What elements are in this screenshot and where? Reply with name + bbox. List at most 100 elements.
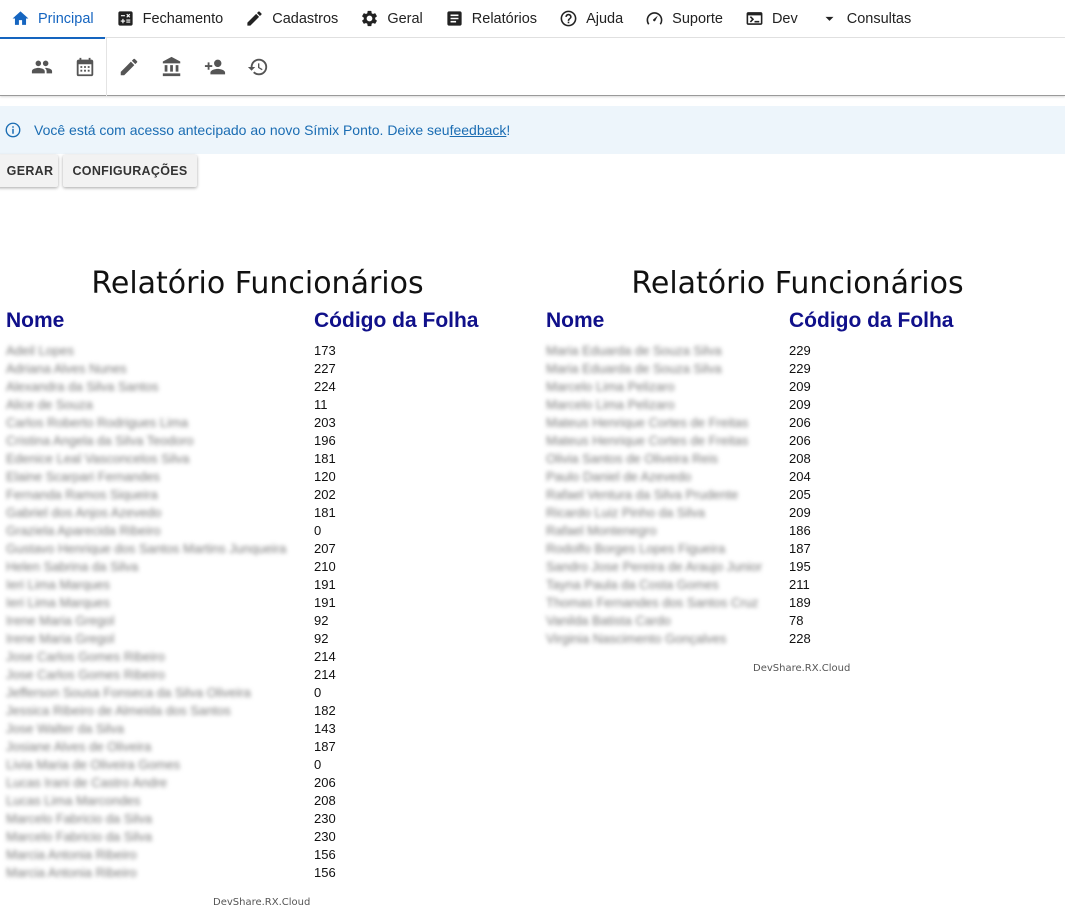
payroll-code: 120 bbox=[314, 469, 336, 484]
payroll-code: 229 bbox=[789, 343, 811, 358]
table-row: Rodolfo Borges Lopes Figueira 187 bbox=[540, 540, 1060, 558]
nav-cadastros[interactable]: Cadastros bbox=[234, 0, 349, 38]
employee-name: Vanilda Batista Cardo bbox=[546, 613, 671, 628]
nav-dev[interactable]: Dev bbox=[734, 0, 809, 38]
table-row: Ricardo Luiz Pinho da Silva 209 bbox=[540, 504, 1060, 522]
employee-name: Irene Maria Gregol bbox=[6, 613, 115, 628]
table-row: Jose Carlos Gomes Ribeiro 214 bbox=[0, 666, 520, 684]
add-person-button[interactable] bbox=[193, 47, 236, 87]
feedback-link[interactable]: feedback bbox=[450, 122, 507, 138]
employee-name: Mateus Henrique Cortes de Freitas bbox=[546, 415, 749, 430]
gerar-button[interactable]: GERAR bbox=[0, 155, 58, 187]
table-row: Alice de Souza 11 bbox=[0, 396, 520, 414]
payroll-code: 208 bbox=[789, 451, 811, 466]
employee-name: Rafael Montenegro bbox=[546, 523, 657, 538]
payroll-code: 211 bbox=[789, 577, 810, 592]
employee-name: Irene Maria Gregol bbox=[6, 631, 115, 646]
payroll-code: 206 bbox=[789, 433, 811, 448]
payroll-code: 202 bbox=[314, 487, 336, 502]
payroll-code: 228 bbox=[789, 631, 811, 646]
employee-name: Rafael Ventura da Silva Prudente bbox=[546, 487, 739, 502]
employee-name: Thomas Fernandes dos Santos Cruz bbox=[546, 595, 759, 610]
terminal-icon bbox=[746, 12, 763, 25]
payroll-code: 204 bbox=[789, 469, 811, 484]
building-icon bbox=[162, 56, 180, 76]
table-row: Elaine Scarpari Fernandes 120 bbox=[0, 468, 520, 486]
nav-fechamento[interactable]: Fechamento bbox=[105, 0, 235, 38]
payroll-code: 207 bbox=[314, 541, 336, 556]
calendar-button[interactable] bbox=[63, 47, 106, 87]
payroll-code: 189 bbox=[789, 595, 811, 610]
table-row: Irene Maria Gregol 92 bbox=[0, 630, 520, 648]
payroll-code: 224 bbox=[314, 379, 336, 394]
payroll-code: 229 bbox=[789, 361, 811, 376]
building-button[interactable] bbox=[150, 47, 193, 87]
payroll-code: 206 bbox=[314, 775, 336, 790]
employee-name: Tayna Paula da Costa Gomes bbox=[546, 577, 719, 592]
nav-consultas[interactable]: Consultas bbox=[809, 0, 922, 38]
table-row: Alexandra da Silva Santos 224 bbox=[0, 378, 520, 396]
employee-name: Jefferson Sousa Fonseca da Silva Oliveir… bbox=[6, 685, 251, 700]
report-left: Relatório Funcionários Nome Código da Fo… bbox=[0, 262, 520, 882]
employee-name: Ricardo Luiz Pinho da Silva bbox=[546, 505, 705, 520]
payroll-code: 0 bbox=[314, 685, 322, 700]
employee-name: Marcelo Fabricio da Silva bbox=[6, 811, 152, 826]
configuracoes-button[interactable]: CONFIGURAÇÕES bbox=[63, 155, 197, 187]
table-row: Adriana Alves Nunes 227 bbox=[0, 360, 520, 378]
nav-label: Principal bbox=[38, 10, 94, 27]
table-row: Carlos Roberto Rodrigues Lima 203 bbox=[0, 414, 520, 432]
payroll-code: 230 bbox=[314, 829, 336, 844]
payroll-code: 227 bbox=[314, 361, 336, 376]
table-row: Lucas Irani de Castro Andre 206 bbox=[0, 774, 520, 792]
employee-name: Adeil Lopes bbox=[6, 343, 74, 358]
employee-name: Graziela Aparecida Ribeiro bbox=[6, 523, 161, 538]
nav-relatorios[interactable]: Relatórios bbox=[434, 0, 548, 38]
people-button[interactable] bbox=[20, 47, 63, 87]
employee-name: Josiane Alves de Oliveira bbox=[6, 739, 152, 754]
payroll-code: 92 bbox=[314, 631, 329, 646]
edit-button[interactable] bbox=[107, 47, 150, 87]
speedometer-icon bbox=[646, 12, 663, 25]
employee-name: Cristina Angela da Silva Teodoro bbox=[6, 433, 194, 448]
payroll-code: 78 bbox=[789, 613, 804, 628]
nav-suporte[interactable]: Suporte bbox=[634, 0, 734, 38]
report-title: Relatório Funcionários bbox=[631, 266, 964, 301]
nav-ajuda[interactable]: Ajuda bbox=[548, 0, 634, 38]
nav-label: Consultas bbox=[846, 10, 912, 27]
table-row: Livia Maria de Oliveira Gomes 0 bbox=[0, 756, 520, 774]
payroll-code: 209 bbox=[789, 379, 811, 394]
employee-name: Gustavo Henrique dos Santos Martins Junq… bbox=[6, 541, 287, 556]
report-column-headers: Nome Código da Folha bbox=[0, 306, 520, 342]
nav-label: Suporte bbox=[672, 10, 723, 27]
watermark: DevShare.RX.Cloud bbox=[213, 897, 311, 908]
history-button[interactable] bbox=[236, 47, 279, 87]
payroll-code: 92 bbox=[314, 613, 329, 628]
employee-name: Jose Carlos Gomes Ribeiro bbox=[6, 667, 165, 682]
employee-name: Paulo Daniel de Azevedo bbox=[546, 469, 692, 484]
employee-name: Ieri Lima Marques bbox=[6, 595, 111, 610]
home-icon bbox=[12, 11, 29, 25]
report-title: Relatório Funcionários bbox=[91, 266, 424, 301]
banner-text: Você está com acesso antecipado ao novo … bbox=[34, 122, 450, 138]
payroll-code: 156 bbox=[314, 847, 336, 862]
table-row: Maria Eduarda de Souza Silva 229 bbox=[540, 342, 1060, 360]
employee-name: Virginia Nascimento Gonçalves bbox=[546, 631, 727, 646]
table-row: Marcelo Fabricio da Silva 230 bbox=[0, 810, 520, 828]
table-row: Marcelo Lima Pelizaro 209 bbox=[540, 378, 1060, 396]
report-right: Relatório Funcionários Nome Código da Fo… bbox=[540, 262, 1060, 648]
info-banner: Você está com acesso antecipado ao novo … bbox=[0, 106, 1065, 154]
calculator-icon bbox=[117, 11, 133, 26]
payroll-code: 209 bbox=[789, 397, 811, 412]
nav-geral[interactable]: Geral bbox=[349, 0, 433, 38]
payroll-code: 191 bbox=[314, 595, 336, 610]
payroll-code: 214 bbox=[314, 667, 336, 682]
employee-name: Rodolfo Borges Lopes Figueira bbox=[546, 541, 726, 556]
column-header-nome: Nome bbox=[6, 309, 65, 332]
payroll-code: 181 bbox=[314, 451, 336, 466]
nav-principal[interactable]: Principal bbox=[0, 0, 105, 39]
payroll-code: 208 bbox=[314, 793, 336, 808]
payroll-code: 187 bbox=[314, 739, 336, 754]
add-person-icon bbox=[204, 59, 225, 74]
payroll-code: 209 bbox=[789, 505, 811, 520]
watermark: DevShare.RX.Cloud bbox=[753, 663, 851, 674]
